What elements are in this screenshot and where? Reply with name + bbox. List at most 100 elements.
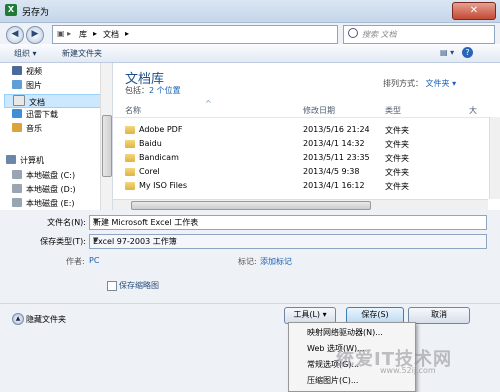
drive-icon bbox=[12, 170, 22, 179]
add-tags-link[interactable]: 添加标记 bbox=[260, 256, 292, 267]
nav-label: 图片 bbox=[26, 81, 42, 90]
hide-folders-label: 隐藏文件夹 bbox=[26, 315, 66, 324]
file-name: Baidu bbox=[139, 139, 162, 148]
author-label: 作者: bbox=[66, 257, 85, 266]
nav-label: 本地磁盘 (C:) bbox=[26, 171, 76, 180]
tools-label: 工具(L) bbox=[293, 310, 321, 319]
file-name: Adobe PDF bbox=[139, 125, 183, 134]
nav-item-drive-e[interactable]: 本地磁盘 (E:) bbox=[12, 198, 75, 210]
nav-label: 视频 bbox=[26, 67, 42, 76]
tags-label: 标记: bbox=[238, 257, 257, 266]
filename-label: 文件名(N): bbox=[47, 218, 86, 227]
nav-scrollbar-thumb[interactable] bbox=[102, 115, 112, 177]
nav-label: 本地磁盘 (E:) bbox=[26, 199, 75, 208]
search-input[interactable]: 搜索 文档 bbox=[343, 25, 495, 44]
nav-label: 文档 bbox=[29, 98, 45, 107]
menu-item-compress-pictures[interactable]: 压缩图片(C)... bbox=[307, 375, 358, 386]
arrange-label: 排列方式： bbox=[383, 79, 423, 88]
includes-label: 包括： bbox=[125, 86, 149, 95]
drive-icon bbox=[12, 184, 22, 193]
arrange-by: 排列方式： 文件夹 ▾ bbox=[383, 78, 456, 89]
file-row[interactable]: My ISO Files 2013/4/1 16:12 文件夹 bbox=[113, 179, 488, 193]
arrange-dropdown[interactable]: 文件夹 ▾ bbox=[426, 79, 457, 88]
file-name: Corel bbox=[139, 167, 160, 176]
close-button[interactable]: ✕ bbox=[452, 2, 496, 20]
cancel-button[interactable]: 取消 bbox=[408, 307, 470, 324]
file-list-vertical-scrollbar[interactable] bbox=[489, 117, 500, 199]
nav-item-music[interactable]: 音乐 bbox=[12, 123, 42, 135]
sort-arrow-icon: ^ bbox=[205, 99, 212, 108]
search-placeholder: 搜索 文档 bbox=[362, 30, 397, 39]
file-list-pane: 文档库 包括：2 个位置 排列方式： 文件夹 ▾ 名称 ^ 修改日期 类型 大 … bbox=[113, 63, 500, 210]
file-date: 2013/5/16 21:24 bbox=[303, 125, 370, 134]
chevron-right-icon: ▸ bbox=[93, 29, 98, 38]
help-icon[interactable]: ? bbox=[462, 47, 473, 58]
save-type-label: 保存类型(T): bbox=[40, 237, 86, 246]
includes-link[interactable]: 2 个位置 bbox=[149, 86, 181, 95]
divider bbox=[0, 303, 500, 304]
file-row[interactable]: Adobe PDF 2013/5/16 21:24 文件夹 bbox=[113, 123, 488, 137]
search-icon bbox=[348, 28, 358, 38]
drive-icon bbox=[12, 198, 22, 207]
music-icon bbox=[12, 123, 22, 132]
save-type-select[interactable]: Excel 97-2003 工作簿 ▼ bbox=[89, 234, 487, 249]
chevron-up-icon: ▲ bbox=[12, 313, 24, 325]
column-type[interactable]: 类型 bbox=[385, 105, 401, 116]
nav-label: 音乐 bbox=[26, 124, 42, 133]
file-date: 2013/4/5 9:38 bbox=[303, 167, 360, 176]
file-type: 文件夹 bbox=[385, 154, 409, 163]
column-date-modified[interactable]: 修改日期 bbox=[303, 105, 335, 116]
file-list-horizontal-scrollbar[interactable] bbox=[113, 199, 488, 210]
chevron-down-icon[interactable]: ▼ bbox=[93, 236, 483, 244]
nav-item-drive-d[interactable]: 本地磁盘 (D:) bbox=[12, 184, 76, 196]
folder-icon bbox=[125, 182, 135, 190]
horizontal-scrollbar-thumb[interactable] bbox=[131, 201, 371, 210]
file-type: 文件夹 bbox=[385, 140, 409, 149]
file-type: 文件夹 bbox=[385, 126, 409, 135]
organize-button[interactable]: 组织 ▾ bbox=[14, 48, 37, 59]
command-toolbar: 组织 ▾ 新建文件夹 ▤ ▾ ? bbox=[0, 44, 500, 63]
file-type: 文件夹 bbox=[385, 168, 409, 177]
view-options-icon[interactable]: ▤ ▾ bbox=[440, 48, 454, 57]
nav-scrollbar[interactable] bbox=[100, 63, 112, 210]
forward-button[interactable]: ▶ bbox=[26, 26, 44, 44]
breadcrumb-library[interactable]: 库 bbox=[79, 29, 87, 40]
author-value[interactable]: PC bbox=[89, 256, 99, 265]
window-title: 另存为 bbox=[22, 8, 50, 18]
file-row[interactable]: Corel 2013/4/5 9:38 文件夹 bbox=[113, 165, 488, 179]
file-row[interactable]: Baidu 2013/4/1 14:32 文件夹 bbox=[113, 137, 488, 151]
folder-icon bbox=[125, 126, 135, 134]
thunder-icon bbox=[12, 109, 22, 118]
new-folder-button[interactable]: 新建文件夹 bbox=[62, 48, 102, 59]
video-icon bbox=[12, 66, 22, 75]
filename-field[interactable]: 新建 Microsoft Excel 工作表 ▼ bbox=[89, 215, 487, 230]
watermark-url: www.52ij.com bbox=[380, 366, 436, 375]
nav-item-thunder-downloads[interactable]: 迅雷下载 bbox=[12, 109, 58, 121]
file-row[interactable]: Bandicam 2013/5/11 23:35 文件夹 bbox=[113, 151, 488, 165]
nav-label: 本地磁盘 (D:) bbox=[26, 185, 76, 194]
menu-item-map-network-drive[interactable]: 映射网络驱动器(N)... bbox=[307, 327, 383, 338]
nav-item-pictures[interactable]: 图片 bbox=[12, 80, 42, 92]
column-size[interactable]: 大 bbox=[469, 105, 477, 116]
file-date: 2013/5/11 23:35 bbox=[303, 153, 370, 162]
save-thumbnail-checkbox[interactable] bbox=[107, 281, 117, 291]
nav-item-computer[interactable]: 计算机 bbox=[6, 155, 44, 167]
file-name: My ISO Files bbox=[139, 181, 188, 190]
column-name[interactable]: 名称 bbox=[125, 105, 141, 116]
nav-item-documents[interactable]: 文档 bbox=[4, 94, 104, 108]
nav-item-videos[interactable]: 视频 bbox=[12, 66, 42, 78]
breadcrumb-documents[interactable]: 文档 bbox=[103, 29, 119, 40]
file-date: 2013/4/1 14:32 bbox=[303, 139, 365, 148]
nav-item-drive-c[interactable]: 本地磁盘 (C:) bbox=[12, 170, 75, 182]
back-button[interactable]: ◀ bbox=[6, 26, 24, 44]
chevron-right-icon: ▸ bbox=[125, 29, 130, 38]
computer-icon bbox=[6, 155, 16, 164]
chevron-down-icon[interactable]: ▼ bbox=[93, 217, 483, 225]
folder-icon bbox=[125, 140, 135, 148]
address-bar[interactable]: ▣ ▸ 库 ▸ 文档 ▸ ↻ bbox=[52, 25, 382, 44]
file-date: 2013/4/1 16:12 bbox=[303, 181, 365, 190]
title-bar: X 另存为 ✕ bbox=[0, 0, 500, 23]
navigation-pane: 视频 图片 文档 迅雷下载 音乐 计算机 本地磁盘 (C:) 本地磁盘 (D:)… bbox=[0, 63, 113, 210]
excel-app-icon: X bbox=[5, 4, 17, 16]
file-type: 文件夹 bbox=[385, 182, 409, 191]
